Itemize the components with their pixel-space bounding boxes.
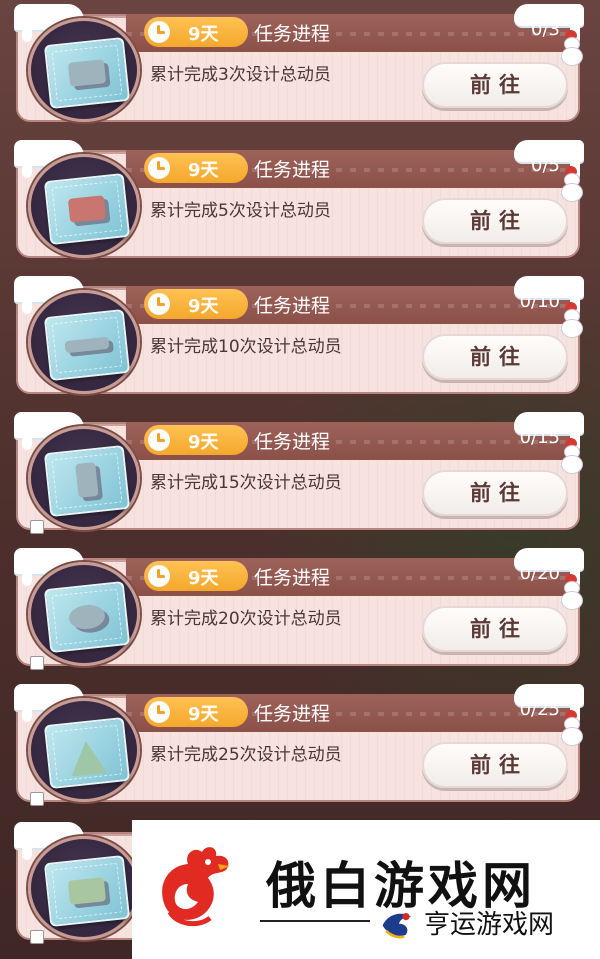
furniture-thumbnail bbox=[28, 836, 140, 940]
furniture-thumbnail bbox=[28, 18, 140, 122]
furniture-thumbnail bbox=[28, 290, 140, 394]
snowman-icon bbox=[560, 302, 583, 338]
timer-text: 9天 bbox=[188, 296, 219, 317]
timer-badge: 9天 bbox=[144, 289, 248, 319]
blueprint-icon bbox=[43, 580, 131, 654]
select-checkbox[interactable] bbox=[30, 792, 44, 806]
progress-label: 任务进程 bbox=[254, 703, 331, 725]
go-button[interactable]: 前往 bbox=[422, 606, 568, 652]
progress-count: 0/25 bbox=[519, 699, 560, 720]
timer-badge: 9天 bbox=[144, 697, 248, 727]
blueprint-icon bbox=[43, 444, 131, 518]
dragon-logo-icon bbox=[382, 913, 412, 939]
task-description: 累计完成20次设计总动员 bbox=[150, 609, 342, 629]
timer-text: 9天 bbox=[188, 568, 219, 589]
furniture-thumbnail bbox=[28, 698, 140, 802]
watermark-overlay: 俄白游戏网 亨运游戏网 bbox=[132, 820, 600, 959]
snowman-icon bbox=[560, 166, 583, 202]
task-description: 累计完成3次设计总动员 bbox=[150, 65, 331, 85]
timer-badge: 9天 bbox=[144, 17, 248, 47]
progress-label: 任务进程 bbox=[254, 159, 331, 181]
select-checkbox[interactable] bbox=[30, 520, 44, 534]
task-card: 9天 任务进程 0/25 累计完成25次设计总动员 前往 bbox=[14, 684, 584, 806]
timer-badge: 9天 bbox=[144, 561, 248, 591]
clock-icon bbox=[148, 565, 170, 587]
timer-text: 9天 bbox=[188, 432, 219, 453]
progress-count: 0/15 bbox=[519, 427, 560, 448]
rooster-logo-icon bbox=[162, 847, 230, 927]
timer-text: 9天 bbox=[188, 704, 219, 725]
progress-label: 任务进程 bbox=[254, 23, 331, 45]
clock-icon bbox=[148, 157, 170, 179]
progress-label: 任务进程 bbox=[254, 295, 331, 317]
snowman-icon bbox=[560, 574, 583, 610]
progress-count: 0/10 bbox=[519, 291, 560, 312]
task-card: 9天 任务进程 0/15 累计完成15次设计总动员 前往 bbox=[14, 412, 584, 534]
go-button[interactable]: 前往 bbox=[422, 198, 568, 244]
go-button[interactable]: 前往 bbox=[422, 62, 568, 108]
task-list[interactable]: 9天 任务进程 0/3 累计完成3次设计总动员 前往 9天 任务进程 0/5 累… bbox=[0, 0, 600, 959]
progress-label: 任务进程 bbox=[254, 431, 331, 453]
task-description: 累计完成5次设计总动员 bbox=[150, 201, 331, 221]
blueprint-icon bbox=[43, 716, 131, 790]
blueprint-icon bbox=[43, 308, 131, 382]
task-description: 累计完成10次设计总动员 bbox=[150, 337, 342, 357]
snowman-icon bbox=[560, 710, 583, 746]
blueprint-icon bbox=[43, 36, 131, 110]
select-checkbox[interactable] bbox=[30, 656, 44, 670]
timer-badge: 9天 bbox=[144, 425, 248, 455]
furniture-thumbnail bbox=[28, 562, 140, 666]
furniture-thumbnail bbox=[28, 426, 140, 530]
clock-icon bbox=[148, 293, 170, 315]
progress-count: 0/20 bbox=[519, 563, 560, 584]
go-button[interactable]: 前往 bbox=[422, 742, 568, 788]
task-card: 9天 任务进程 0/5 累计完成5次设计总动员 前往 bbox=[14, 140, 584, 258]
timer-badge: 9天 bbox=[144, 153, 248, 183]
blueprint-icon bbox=[43, 854, 131, 928]
watermark-divider bbox=[260, 920, 370, 922]
snowman-icon bbox=[560, 438, 583, 474]
task-card: 9天 任务进程 0/3 累计完成3次设计总动员 前往 bbox=[14, 4, 584, 122]
go-button[interactable]: 前往 bbox=[422, 470, 568, 516]
snowman-icon bbox=[560, 30, 583, 66]
progress-count: 0/3 bbox=[531, 19, 560, 40]
clock-icon bbox=[148, 701, 170, 723]
task-description: 累计完成15次设计总动员 bbox=[150, 473, 342, 493]
timer-text: 9天 bbox=[188, 160, 219, 181]
progress-count: 0/5 bbox=[531, 155, 560, 176]
select-checkbox[interactable] bbox=[30, 930, 44, 944]
task-description: 累计完成25次设计总动员 bbox=[150, 745, 342, 765]
task-card: 9天 任务进程 0/10 累计完成10次设计总动员 前往 bbox=[14, 276, 584, 394]
progress-label: 任务进程 bbox=[254, 567, 331, 589]
furniture-thumbnail bbox=[28, 154, 140, 258]
blueprint-icon bbox=[43, 172, 131, 246]
timer-text: 9天 bbox=[188, 24, 219, 45]
watermark-subtitle: 亨运游戏网 bbox=[424, 910, 555, 940]
clock-icon bbox=[148, 429, 170, 451]
clock-icon bbox=[148, 21, 170, 43]
go-button[interactable]: 前往 bbox=[422, 334, 568, 380]
task-card: 9天 任务进程 0/20 累计完成20次设计总动员 前往 bbox=[14, 548, 584, 670]
